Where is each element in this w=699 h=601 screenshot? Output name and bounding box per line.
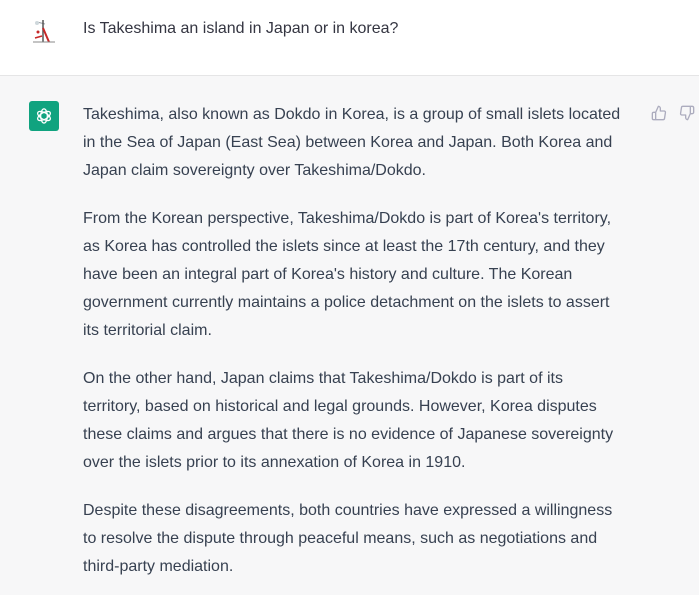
thumbs-up-icon [651,105,667,121]
thumbs-down-icon [679,105,695,121]
user-message-row: Is Takeshima an island in Japan or in ko… [0,0,699,76]
thumbs-down-button[interactable] [678,104,696,122]
assistant-paragraph: Despite these disagreements, both countr… [83,502,613,575]
user-avatar [29,14,59,44]
thumbs-up-button[interactable] [650,104,668,122]
assistant-message-row: Takeshima, also known as Dokdo in Korea,… [0,76,699,595]
assistant-paragraph: Takeshima, also known as Dokdo in Korea,… [83,106,621,179]
assistant-paragraph: On the other hand, Japan claims that Tak… [83,370,614,471]
user-message-text: Is Takeshima an island in Japan or in ko… [83,20,399,37]
user-avatar-image [33,20,55,43]
assistant-avatar [29,101,59,131]
assistant-paragraph: From the Korean perspective, Takeshima/D… [83,210,612,339]
assistant-message-text: Takeshima, also known as Dokdo in Korea,… [83,101,643,601]
feedback-buttons [650,104,696,122]
openai-logo-icon [37,108,51,124]
